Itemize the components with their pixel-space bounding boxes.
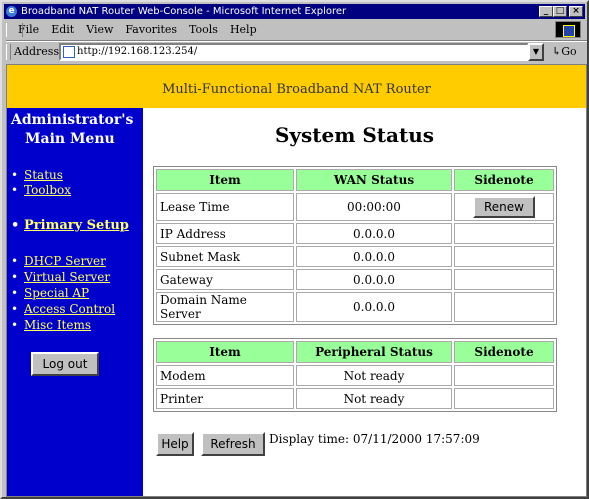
table-row: Modem Not ready xyxy=(156,365,554,386)
row-value: Not ready xyxy=(296,388,452,409)
refresh-button[interactable]: Refresh xyxy=(201,432,265,456)
col-header-item: Item xyxy=(156,341,294,363)
sidebar-item-misc-items[interactable]: Misc Items xyxy=(11,318,91,333)
windows-logo-icon xyxy=(555,21,581,38)
table-row: IP Address 0.0.0.0 xyxy=(156,223,554,244)
sidebar-item-access-control[interactable]: Access Control xyxy=(11,302,115,317)
col-header-sidenote: Sidenote xyxy=(454,341,554,363)
address-input[interactable]: http://192.168.123.254/ xyxy=(59,43,529,61)
row-value: 00:00:00 xyxy=(296,193,452,221)
row-value: 0.0.0.0 xyxy=(296,292,452,322)
table-row: Domain Name Server 0.0.0.0 xyxy=(156,292,554,322)
sidebar-item-dhcp-server[interactable]: DHCP Server xyxy=(11,254,106,269)
sidebar: Administrator's Main Menu Status Toolbox… xyxy=(7,108,143,496)
address-grip xyxy=(6,44,11,60)
address-label: Address xyxy=(14,45,60,58)
sidebar-item-virtual-server[interactable]: Virtual Server xyxy=(11,270,110,285)
ie-logo-icon: e xyxy=(6,6,17,17)
go-arrow-icon: ↳ xyxy=(552,45,562,58)
sidebar-title-line1: Administrator's xyxy=(11,112,134,128)
browser-window: e Broadband NAT Router Web-Console - Mic… xyxy=(0,0,589,499)
renew-button[interactable]: Renew xyxy=(473,196,535,218)
row-sidenote xyxy=(454,365,554,386)
col-header-wan-status: WAN Status xyxy=(296,169,452,191)
menu-favorites[interactable]: Favorites xyxy=(119,21,183,39)
close-button[interactable]: × xyxy=(569,6,583,17)
col-header-peripheral-status: Peripheral Status xyxy=(296,341,452,363)
row-sidenote xyxy=(454,223,554,244)
wan-status-table: Item WAN Status Sidenote Lease Time 00:0… xyxy=(153,166,557,325)
row-label: Modem xyxy=(156,365,294,386)
address-bar: Address http://192.168.123.254/ ▼ ↳Go xyxy=(6,40,587,63)
page-viewport: Multi-Functional Broadband NAT Router Ad… xyxy=(6,64,587,497)
page-title: System Status xyxy=(274,123,435,147)
help-button[interactable]: Help xyxy=(156,432,194,456)
row-sidenote: Renew xyxy=(454,193,554,221)
menu-help[interactable]: Help xyxy=(224,21,263,39)
sidebar-title: Administrator's Main Menu xyxy=(11,111,141,149)
sidebar-item-special-ap[interactable]: Special AP xyxy=(11,286,89,301)
row-sidenote xyxy=(454,269,554,290)
sidebar-item-primary-setup[interactable]: Primary Setup xyxy=(11,218,129,233)
table-row: Lease Time 00:00:00 Renew xyxy=(156,193,554,221)
menu-edit[interactable]: Edit xyxy=(45,21,80,39)
row-label: Subnet Mask xyxy=(156,246,294,267)
maximize-button[interactable]: □ xyxy=(553,6,567,17)
row-label: Printer xyxy=(156,388,294,409)
title-bar: e Broadband NAT Router Web-Console - Mic… xyxy=(4,4,585,19)
address-dropdown-button[interactable]: ▼ xyxy=(528,43,544,61)
sidebar-item-toolbox[interactable]: Toolbox xyxy=(11,183,71,198)
sidebar-title-line2: Main Menu xyxy=(25,131,115,147)
display-time: Display time: 07/11/2000 17:57:09 xyxy=(269,432,480,446)
table-header-row: Item WAN Status Sidenote xyxy=(156,169,554,191)
row-value: 0.0.0.0 xyxy=(296,269,452,290)
col-header-sidenote: Sidenote xyxy=(454,169,554,191)
main-content: System Status Item WAN Status Sidenote L… xyxy=(143,108,586,496)
table-row: Gateway 0.0.0.0 xyxy=(156,269,554,290)
go-button[interactable]: ↳Go xyxy=(552,45,577,58)
row-sidenote xyxy=(454,292,554,322)
menu-tools[interactable]: Tools xyxy=(183,21,224,39)
address-url: http://192.168.123.254/ xyxy=(77,46,198,57)
row-sidenote xyxy=(454,246,554,267)
page-icon xyxy=(63,46,75,58)
row-value: 0.0.0.0 xyxy=(296,246,452,267)
row-label: Gateway xyxy=(156,269,294,290)
toolbar-grip xyxy=(6,23,23,37)
logout-button[interactable]: Log out xyxy=(31,352,99,376)
col-header-item: Item xyxy=(156,169,294,191)
menu-view[interactable]: View xyxy=(80,21,119,39)
menu-bar: File Edit View Favorites Tools Help xyxy=(6,21,584,39)
row-value: 0.0.0.0 xyxy=(296,223,452,244)
row-sidenote xyxy=(454,388,554,409)
row-value: Not ready xyxy=(296,365,452,386)
router-banner: Multi-Functional Broadband NAT Router xyxy=(7,65,586,108)
row-label: Domain Name Server xyxy=(156,292,294,322)
table-row: Printer Not ready xyxy=(156,388,554,409)
row-label: Lease Time xyxy=(156,193,294,221)
sidebar-item-status[interactable]: Status xyxy=(11,168,63,183)
table-row: Subnet Mask 0.0.0.0 xyxy=(156,246,554,267)
peripheral-status-table: Item Peripheral Status Sidenote Modem No… xyxy=(153,338,557,412)
go-label: Go xyxy=(561,45,577,58)
window-title: Broadband NAT Router Web-Console - Micro… xyxy=(21,6,347,17)
row-label: IP Address xyxy=(156,223,294,244)
minimize-button[interactable]: _ xyxy=(539,6,553,17)
table-header-row: Item Peripheral Status Sidenote xyxy=(156,341,554,363)
